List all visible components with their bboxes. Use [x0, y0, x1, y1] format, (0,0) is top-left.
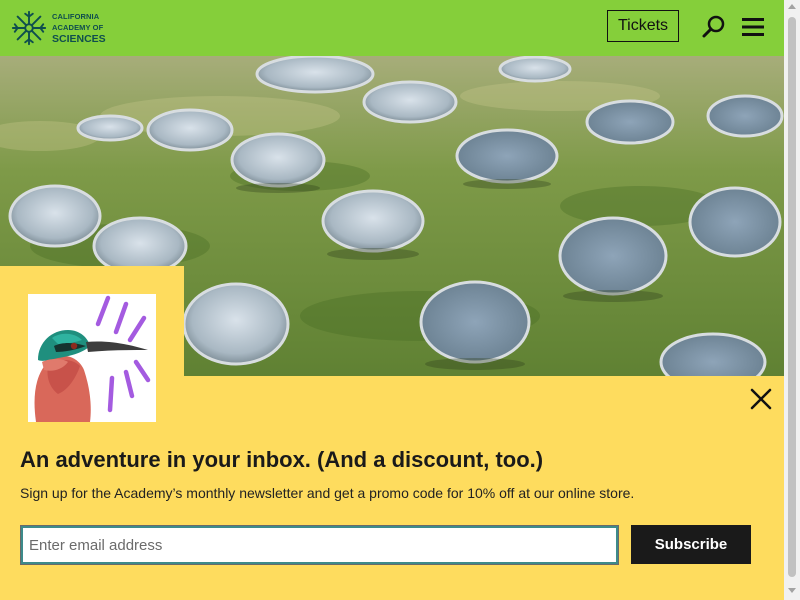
page: CALIFORNIA ACADEMY OF SCIENCES Tickets A… [0, 0, 800, 600]
search-icon[interactable] [701, 14, 727, 40]
academy-logo[interactable]: CALIFORNIA ACADEMY OF SCIENCES [10, 9, 106, 47]
site-header: CALIFORNIA ACADEMY OF SCIENCES Tickets [0, 0, 784, 56]
hamburger-menu-icon[interactable] [742, 17, 764, 37]
page-scrollbar[interactable] [784, 0, 800, 600]
scroll-up-arrow-icon[interactable] [788, 4, 796, 9]
newsletter-description: Sign up for the Academy’s monthly newsle… [20, 485, 635, 501]
scroll-down-arrow-icon[interactable] [788, 588, 796, 593]
tickets-button[interactable]: Tickets [607, 10, 679, 42]
logo-line-1: CALIFORNIA [52, 11, 100, 21]
close-icon[interactable] [748, 386, 774, 412]
bird-illustration [28, 294, 156, 422]
logo-line-2: ACADEMY OF [52, 22, 104, 32]
subscribe-button[interactable]: Subscribe [631, 525, 751, 564]
newsletter-headline: An adventure in your inbox. (And a disco… [20, 447, 544, 472]
scrollbar-thumb[interactable] [788, 17, 796, 577]
logo-wordmark: CALIFORNIA ACADEMY OF SCIENCES [52, 11, 106, 46]
email-field[interactable] [20, 525, 619, 565]
logo-line-3: SCIENCES [52, 32, 106, 45]
logo-icon [11, 10, 47, 46]
